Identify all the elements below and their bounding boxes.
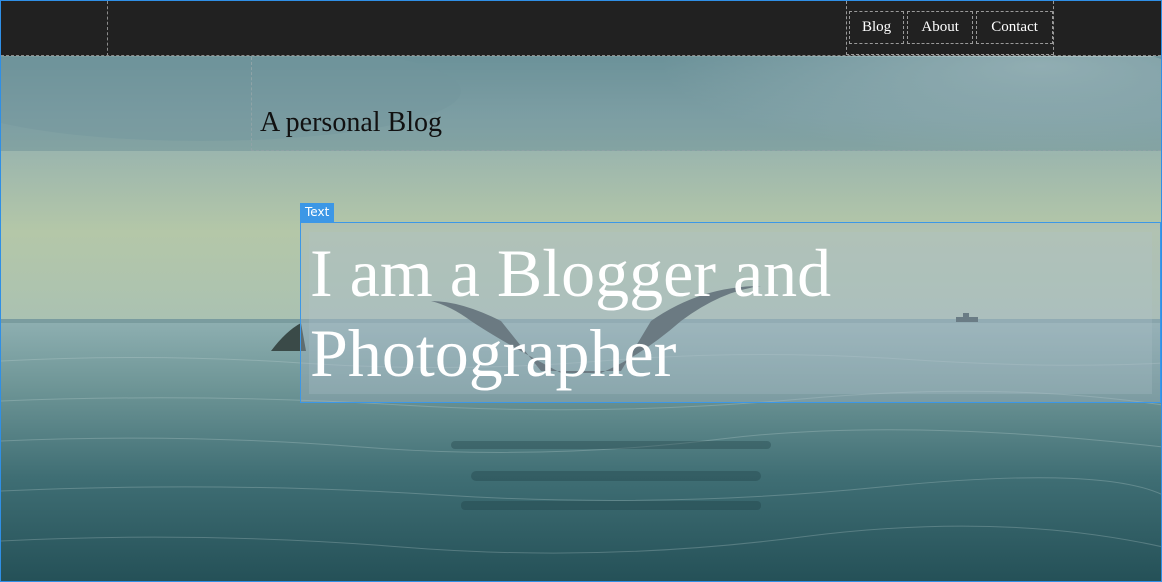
nav-link-contact[interactable]: Contact bbox=[976, 11, 1053, 44]
nav-menu: Blog About Contact bbox=[846, 1, 1054, 55]
top-navigation-bar: Blog About Contact bbox=[1, 1, 1161, 56]
layout-guide-line bbox=[107, 1, 108, 56]
nav-link-blog[interactable]: Blog bbox=[849, 11, 905, 44]
element-type-label: Text bbox=[300, 203, 335, 222]
nav-link-about[interactable]: About bbox=[907, 11, 974, 44]
hero-heading[interactable]: I am a Blogger and Photographer bbox=[310, 233, 1070, 393]
site-tagline[interactable]: A personal Blog bbox=[260, 107, 442, 139]
website-builder-canvas: Blog About Contact A personal Blog Text … bbox=[0, 0, 1162, 582]
